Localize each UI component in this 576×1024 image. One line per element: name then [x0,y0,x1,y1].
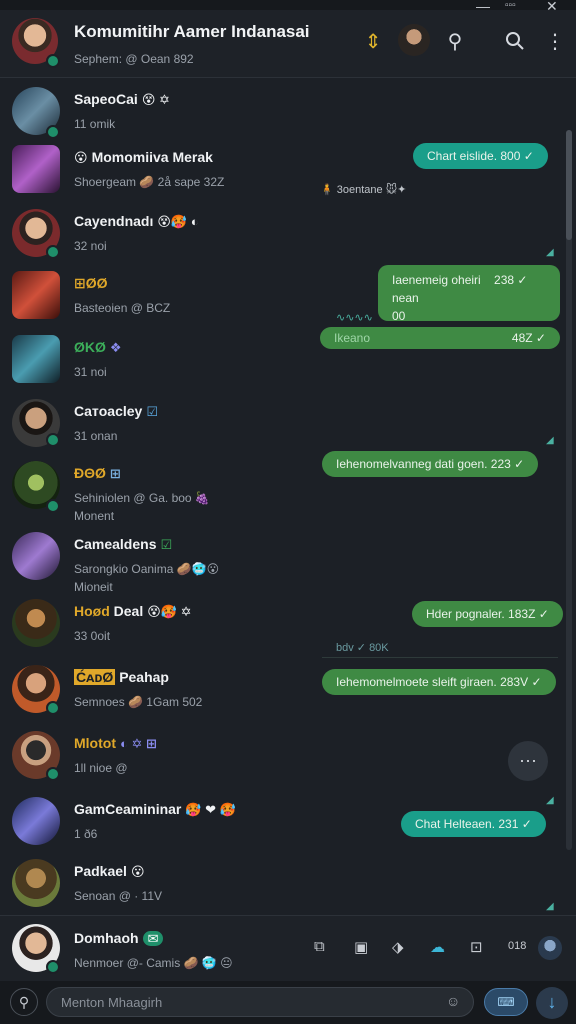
chat-preview-line2: Monent [74,509,115,523]
chat-preview: Nenmoer @- Camis 🥔 🥶 😐 [74,956,233,970]
chat-preview: 1 ð6 [74,827,98,841]
online-indicator [46,499,60,513]
chat-name: GamCeamininar 🥵 ❤ 🥵 [74,801,236,817]
online-indicator [46,960,60,974]
chat-name: ⊞ØØ [74,275,108,291]
message-bubble[interactable]: Iehemomelmoete sleift giraen. 283V ✓ [322,669,556,695]
chat-name: Caтoacley ☑ [74,403,158,419]
status-text: 018 [508,940,527,952]
chat-name: ĆᴀᴅØ Peahap [74,669,169,685]
avatar [12,797,60,845]
message-bubble[interactable]: Ikeano 48Z ✓ [320,327,560,349]
chat-row[interactable]: SapeoCai 😵 ✡ 11 omik [0,79,576,143]
chat-preview: Semnoes 🥔 1Gam 502 [74,695,203,709]
waveform-icon: ∿∿∿∿ [336,312,373,324]
more-options-button[interactable]: ··· [508,741,548,781]
chat-preview: Shoergeam 🥔 2å sape 32Z [74,175,225,189]
message-input[interactable] [46,987,474,1017]
chat-name: Domhaoh ✉ [74,930,164,947]
message-bubble[interactable]: Chat Helteaen. 231 ✓ [401,811,546,837]
more-vert-icon[interactable]: ⋮ [542,28,568,54]
online-indicator [46,125,60,139]
cloud-icon[interactable]: ☁ [430,938,445,956]
frame-icon[interactable]: ⧉ [314,938,325,955]
avatar [12,145,60,193]
chat-icon[interactable]: ▣ [354,938,368,956]
chat-preview: 33 0oit [74,629,111,643]
avatar [12,335,60,383]
chat-preview: 32 noi [74,239,107,253]
divider [322,657,558,658]
scrollbar-thumb[interactable] [566,130,572,240]
message-bubble[interactable]: Iaenemeig oheiri 238 ✓ nean 00 [378,265,560,323]
chat-name: ĐΘØ ⊞ [74,465,121,481]
pin-icon[interactable]: ⇕ [360,28,386,54]
read-tick-icon: ◢ [546,795,554,806]
read-tick-icon: ◢ [546,247,554,258]
chat-preview: 1ll nioe @ [74,761,128,775]
chat-preview: Sehiniolen @ Ga. boo 🍇 [74,491,210,505]
chat-row[interactable]: Cayendnadı 😵🥵 ◐ 32 noi [0,201,576,265]
chat-row[interactable]: Padkael 😮 Senoan @ · 11V [0,851,576,915]
tag-icon[interactable]: ⬗ [392,938,404,956]
group-title[interactable]: Komumitihr Aamer Indanasai [74,22,310,42]
online-indicator [46,245,60,259]
chat-row[interactable]: Mlotot ◐ ✡ ⊞ 1ll nioe @ [0,723,576,787]
group-subtitle: Sephem: @ Oean 892 [74,52,194,66]
message-bubble[interactable]: Iehenomelvanneg dati goen. 223 ✓ [322,451,539,477]
compose-bar: ⚲ ☺ ⌨ ↓ [0,981,576,1024]
online-indicator [46,767,60,781]
small-avatar[interactable] [538,936,562,960]
avatar [12,859,60,907]
avatar [12,599,60,647]
message-bubble[interactable]: Hder pognaler. 183Z ✓ [412,601,563,627]
pinned-chat-row[interactable]: Domhaoh ✉ Nenmoer @- Camis 🥔 🥶 😐 ⧉ ▣ ⬗ ☁ … [0,915,576,981]
call-icon[interactable]: ⚲ [442,28,468,54]
online-indicator [46,433,60,447]
chat-name: SapeoCai 😵 ✡ [74,91,170,107]
chat-list: SapeoCai 😵 ✡ 11 omik 😮 Momomiiva Merak Sho… [0,79,576,915]
chat-name: Hoød Deal 😵🥵 ✡ [74,603,192,619]
chat-name: Padkael 😮 [74,863,145,879]
attach-icon[interactable]: ⚲ [10,988,38,1016]
chat-row[interactable]: Caтoacley ☑ 31 onan [0,391,576,455]
chat-header: Komumitihr Aamer Indanasai Sephem: @ Oea… [0,10,576,78]
keyboard-button[interactable]: ⌨ [484,988,528,1016]
read-tick-icon: ◢ [546,435,554,446]
chat-preview: Sarongkio Oanima 🥔🥶😮 [74,562,220,576]
chat-preview: 31 noi [74,365,107,379]
chat-name: Mlotot ◐ ✡ ⊞ [74,735,157,751]
read-tick-icon: ◢ [546,901,554,912]
chat-preview: Basteoien @ BCZ [74,301,171,315]
image-icon[interactable]: ⊡ [470,938,483,956]
chat-name: Camealdens ☑ [74,536,173,552]
chat-preview: Senoan @ · 11V [74,889,163,903]
chat-name: Cayendnadı 😵🥵 ◐ [74,213,199,229]
scroll-down-button[interactable]: ↓ [536,987,568,1019]
online-indicator [46,54,60,68]
chat-preview: 11 omik [74,117,116,131]
message-meta: bdv ✓ 80K [336,642,389,654]
message-bubble[interactable]: Chart eislide. 800 ✓ [413,143,548,169]
message-meta: 🧍 3oentane 🐭✦ [320,184,407,196]
member-avatar[interactable] [398,24,430,56]
chat-name: ØKØ ❖ [74,339,122,355]
chat-row[interactable]: Camealdens ☑ Sarongkio Oanima 🥔🥶😮 Mioneit [0,524,576,600]
avatar [12,271,60,319]
chat-preview: 31 onan [74,429,118,443]
search-icon[interactable] [502,28,528,54]
chat-name: 😮 Momomiiva Merak [74,149,213,165]
avatar [12,532,60,580]
emoji-icon[interactable]: ☺ [446,993,460,1009]
online-indicator [46,701,60,715]
